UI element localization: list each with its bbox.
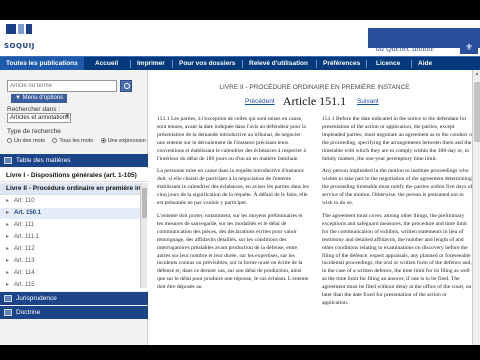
toc-header-label: Table des matières — [16, 157, 71, 164]
logo-text: SOQUIJ — [4, 42, 35, 50]
folder-icon — [4, 157, 12, 164]
toc-article-item[interactable]: Art. 111 — [0, 220, 140, 231]
nav-help[interactable]: Aide — [418, 57, 432, 71]
browser-frame: SOQUIJ du Québec annoté ⚜ Toutes les pub… — [0, 0, 480, 360]
toc-tree: Livre I - Dispositions générales (art. 1… — [0, 168, 148, 291]
options-menu-button[interactable]: ▼ Menu d'options — [11, 94, 68, 103]
search-input[interactable] — [7, 80, 117, 92]
english-text-column: 151.1 Before the date indicated in the n… — [322, 116, 474, 313]
main-navbar: Toutes les publications Accueil Imprimer… — [0, 56, 480, 71]
nav-divider — [366, 60, 367, 68]
document-header: LIVRE II - PROCÉDURE ORDINAIRE EN PREMIÈ… — [149, 70, 480, 110]
letterbox-bottom — [0, 345, 480, 360]
radio-any-words[interactable] — [7, 138, 12, 143]
nav-license[interactable]: Licence — [376, 57, 400, 71]
brand-title: du Québec annoté — [376, 44, 435, 53]
nav-divider — [242, 60, 243, 68]
toc-scrollbar[interactable] — [140, 184, 147, 288]
article-title: Article 151.1 — [282, 94, 347, 108]
paragraph: 151.1 Les parties, à l'exception de cell… — [157, 116, 306, 162]
toc-panel-header[interactable]: Table des matières — [0, 154, 148, 167]
toc-book-item[interactable]: Livre II - Procédure ordinaire en premiè… — [0, 183, 148, 195]
search-in-label: Rechercher dans : — [7, 106, 61, 113]
scroll-thumb[interactable] — [142, 188, 147, 218]
toc-article-item[interactable]: Art. 115 — [0, 280, 140, 291]
french-text-column: 151.1 Les parties, à l'exception de cell… — [157, 116, 309, 297]
nav-home[interactable]: Accueil — [95, 57, 118, 71]
toc-article-item[interactable]: Art. 112 — [0, 244, 140, 255]
folder-icon — [4, 309, 12, 316]
nav-divider — [316, 60, 317, 68]
document-scrollbar[interactable]: ▲ — [472, 70, 480, 345]
doctrine-panel-header[interactable]: Doctrine — [0, 306, 148, 319]
letterbox-top — [0, 0, 480, 20]
nav-print[interactable]: Imprimer — [137, 57, 165, 71]
nav-divider — [172, 60, 173, 68]
toc-article-item[interactable]: Art. 113 — [0, 256, 140, 267]
search-type-label: Type de recherche — [7, 128, 61, 135]
nav-usage-report[interactable]: Relevé d'utilisation — [249, 57, 308, 71]
paragraph: 151.1 Before the date indicated in the n… — [322, 116, 474, 162]
nav-all-publications[interactable]: Toutes les publications — [0, 57, 84, 71]
doctrine-label: Doctrine — [16, 309, 41, 316]
section-title: LIVRE II - PROCÉDURE ORDINAIRE EN PREMIÈ… — [219, 84, 410, 91]
jurisprudence-panel-header[interactable]: Jurisprudence — [0, 292, 148, 305]
radio-label: Un des mots — [14, 138, 45, 144]
scroll-thumb[interactable] — [474, 82, 480, 142]
next-link[interactable]: Suivant — [357, 98, 379, 105]
document-viewer: LIVRE II - PROCÉDURE ORDINAIRE EN PREMIÈ… — [149, 70, 480, 345]
quebec-flag-icon: ⚜ — [460, 40, 478, 54]
paragraph: L'entente doit porter, notamment, sur le… — [157, 212, 309, 291]
nav-divider — [411, 60, 412, 68]
paragraph: Any person impleaded in the motion to in… — [322, 168, 473, 207]
search-scope-select[interactable]: Articles et annotations — [7, 113, 71, 123]
search-type-radios: Un des mots Tous les mots Une expression — [7, 138, 152, 144]
toc-article-item[interactable]: Art. 110 — [0, 196, 140, 207]
toc-article-item-current[interactable]: Art. 150.1 — [0, 208, 140, 219]
radio-expression[interactable] — [100, 138, 106, 143]
search-icon[interactable] — [120, 80, 132, 92]
jurisprudence-label: Jurisprudence — [16, 295, 57, 302]
radio-label: Tous les mots — [59, 138, 94, 144]
radio-label: Une expression — [107, 138, 146, 144]
folder-icon — [4, 295, 12, 302]
radio-all-words[interactable] — [52, 138, 58, 143]
nav-divider — [130, 60, 131, 68]
nav-preferences[interactable]: Préférences — [323, 57, 360, 71]
toc-article-item[interactable]: Art. 114 — [0, 268, 140, 279]
toc-article-item[interactable]: Art. 111.1 — [0, 232, 140, 243]
nav-your-files[interactable]: Pour vos dossiers — [179, 57, 235, 71]
paragraph: The agreement must cover, among other th… — [322, 212, 472, 306]
soquij-logo-icon[interactable] — [4, 22, 34, 36]
paragraph: La personne mise en cause dans la requêt… — [157, 168, 309, 207]
toc-book-item[interactable]: Livre I - Dispositions générales (art. 1… — [0, 170, 148, 182]
scroll-up-icon[interactable]: ▲ — [474, 71, 480, 77]
